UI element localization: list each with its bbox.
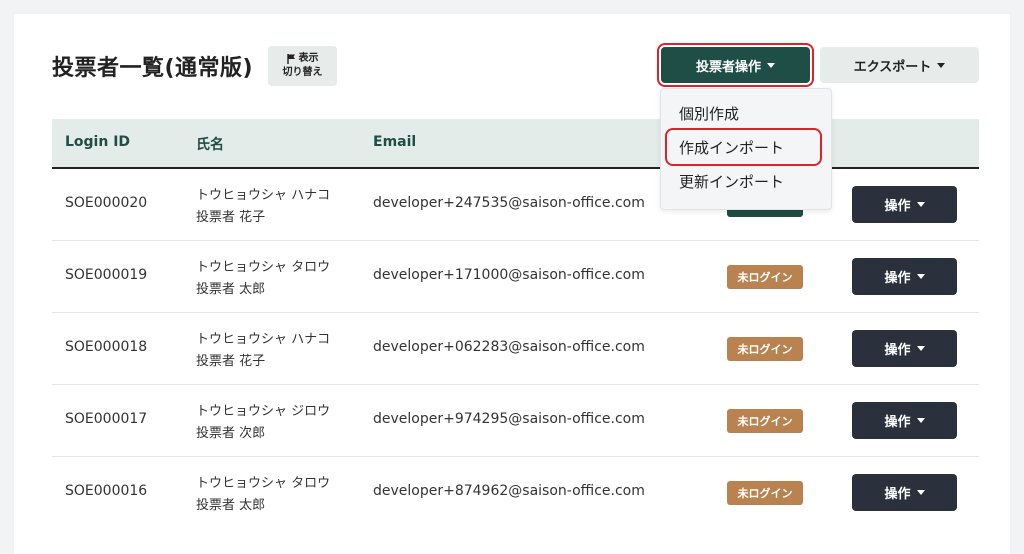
cell-name: トウヒョウシャ ハナコ 投票者 花子 <box>196 329 330 373</box>
cell-login-id: SOE000016 <box>65 483 148 499</box>
page-title: 投票者一覧(通常版) <box>52 56 254 81</box>
cell-name: トウヒョウシャ ジロウ 投票者 次郎 <box>196 401 330 445</box>
caret-down-icon <box>916 490 925 495</box>
row-action-label: 操作 <box>884 415 911 430</box>
cell-name: トウヒョウシャ タロウ 投票者 太郎 <box>196 257 330 301</box>
name-kana: トウヒョウシャ ハナコ <box>196 188 331 203</box>
table-row: SOE000016 トウヒョウシャ タロウ 投票者 太郎 developer+8… <box>52 457 979 529</box>
cell-login-id: SOE000019 <box>65 267 148 283</box>
table-header: Login ID 氏名 Email <box>52 119 979 169</box>
name-kanji: 投票者 太郎 <box>196 498 266 513</box>
header-email: Email <box>373 134 417 150</box>
menu-item-individual-create[interactable]: 個別作成 <box>679 103 739 124</box>
row-action-button[interactable]: 操作 <box>852 330 957 367</box>
export-label: エクスポート <box>853 59 932 75</box>
cell-email: developer+171000@saison-office.com <box>373 267 645 283</box>
caret-down-icon <box>916 202 925 207</box>
row-action-label: 操作 <box>884 487 911 502</box>
row-action-label: 操作 <box>884 343 911 358</box>
name-kanji: 投票者 花子 <box>196 354 266 369</box>
cell-login-id: SOE000020 <box>65 195 148 211</box>
row-action-button[interactable]: 操作 <box>852 474 957 511</box>
cell-login-id: SOE000018 <box>65 339 148 355</box>
flag-icon <box>286 54 295 64</box>
name-kanji: 投票者 花子 <box>196 210 266 225</box>
status-badge: 未ログイン <box>727 481 803 505</box>
row-action-button[interactable]: 操作 <box>852 402 957 439</box>
header-login-id: Login ID <box>65 134 131 150</box>
name-kana: トウヒョウシャ ハナコ <box>196 332 331 347</box>
export-button[interactable]: エクスポート <box>820 47 979 83</box>
table-row: SOE000019 トウヒョウシャ タロウ 投票者 太郎 developer+1… <box>52 241 979 313</box>
toggle-label-line1: 表示 <box>298 53 319 64</box>
name-kana: トウヒョウシャ タロウ <box>196 260 331 275</box>
cell-email: developer+062283@saison-office.com <box>373 339 645 355</box>
name-kanji: 投票者 太郎 <box>196 282 266 297</box>
caret-down-icon <box>916 274 925 279</box>
cell-email: developer+247535@saison-office.com <box>373 195 645 211</box>
cell-name: トウヒョウシャ ハナコ 投票者 花子 <box>196 185 330 229</box>
row-action-button[interactable]: 操作 <box>852 186 957 223</box>
highlight-box-create-import <box>665 128 822 166</box>
row-action-button[interactable]: 操作 <box>852 258 957 295</box>
row-action-label: 操作 <box>884 271 911 286</box>
name-kanji: 投票者 次郎 <box>196 426 266 441</box>
highlight-box-voter-operations <box>657 43 814 87</box>
caret-down-icon <box>916 418 925 423</box>
header-name: 氏名 <box>196 137 224 153</box>
row-action-label: 操作 <box>884 199 911 214</box>
cell-login-id: SOE000017 <box>65 411 148 427</box>
status-badge: 未ログイン <box>727 265 803 289</box>
cell-email: developer+974295@saison-office.com <box>373 411 645 427</box>
caret-down-icon <box>937 62 946 68</box>
cell-email: developer+874962@saison-office.com <box>373 483 645 499</box>
name-kana: トウヒョウシャ タロウ <box>196 476 331 491</box>
table-row: SOE000018 トウヒョウシャ ハナコ 投票者 花子 developer+0… <box>52 313 979 385</box>
caret-down-icon <box>916 346 925 351</box>
name-kana: トウヒョウシャ ジロウ <box>196 404 331 419</box>
status-badge: 未ログイン <box>727 409 803 433</box>
cell-name: トウヒョウシャ タロウ 投票者 太郎 <box>196 473 330 517</box>
status-badge: 未ログイン <box>727 337 803 361</box>
display-toggle-button[interactable]: 表示 切り替え <box>268 46 337 86</box>
table-row: SOE000017 トウヒョウシャ ジロウ 投票者 次郎 developer+9… <box>52 385 979 457</box>
table-row: SOE000020 トウヒョウシャ ハナコ 投票者 花子 developer+2… <box>52 169 979 241</box>
menu-item-update-import[interactable]: 更新インポート <box>679 171 784 192</box>
toggle-label-line2: 切り替え <box>282 67 323 78</box>
